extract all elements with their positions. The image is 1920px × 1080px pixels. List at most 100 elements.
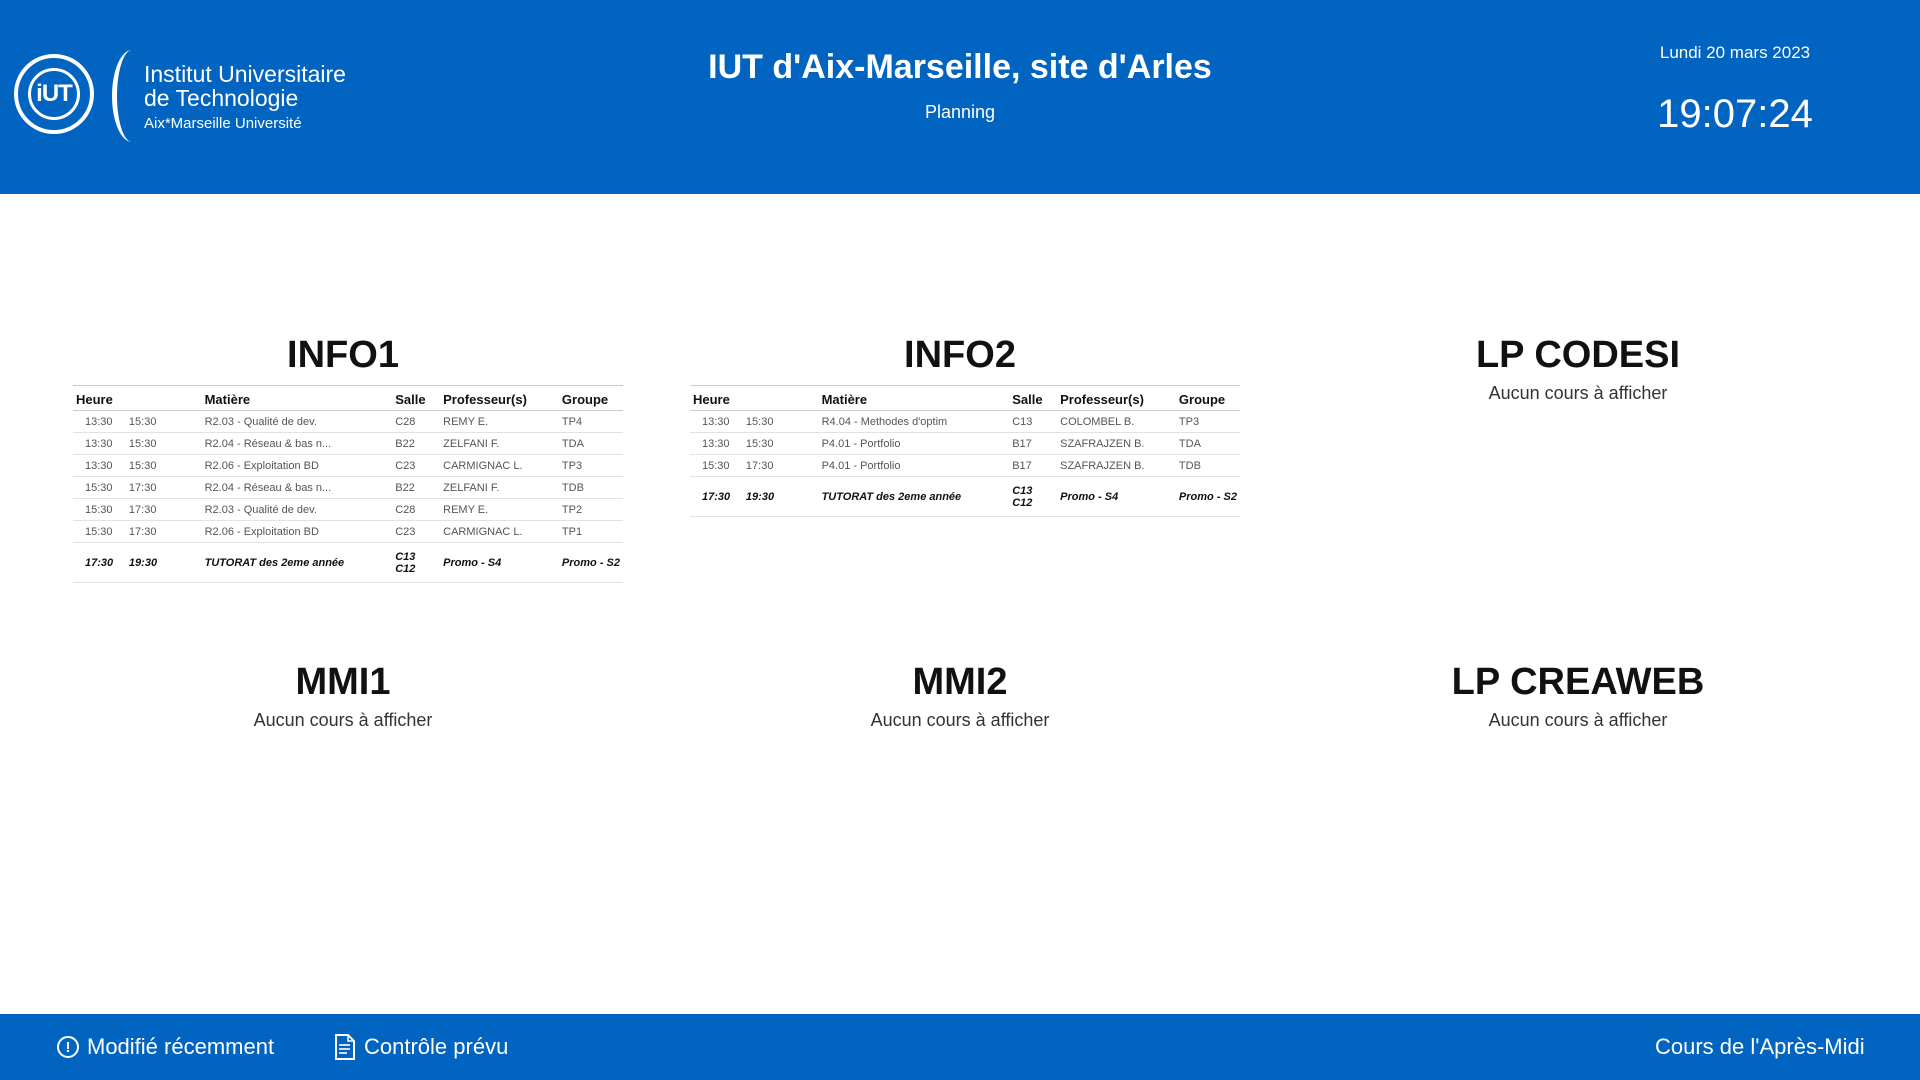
col-heure-end — [742, 385, 819, 411]
cell-end: 15:30 — [742, 432, 819, 455]
table-body-info1: 13:30 15:30 R2.03 - Qualité de dev. C28 … — [73, 410, 623, 583]
col-prof: Professeur(s) — [440, 385, 559, 411]
table-row: 15:30 17:30 R2.03 - Qualité de dev. C28 … — [73, 498, 623, 521]
cell-prof: REMY E. — [440, 498, 559, 521]
cell-salle-2: C12 — [395, 563, 416, 575]
cell-salle: C23 — [392, 520, 441, 543]
cell-salle: C28 — [392, 410, 441, 433]
cell-start: 15:30 — [73, 476, 126, 499]
cell-groupe: TP3 — [1175, 410, 1240, 433]
exclamation-circle-icon: ! — [57, 1036, 79, 1058]
cell-start: 15:30 — [73, 520, 126, 543]
table-header-row: Heure Matière Salle Professeur(s) Groupe — [73, 385, 623, 411]
cell-prof: CARMIGNAC L. — [440, 454, 559, 477]
cell-end: 19:30 — [742, 476, 819, 517]
cell-salle: B22 — [392, 432, 441, 455]
table-row: 15:30 17:30 R2.06 - Exploitation BD C23 … — [73, 520, 623, 543]
table-header-row: Heure Matière Salle Professeur(s) Groupe — [690, 385, 1240, 411]
cell-end: 17:30 — [125, 520, 202, 543]
col-groupe: Groupe — [1175, 385, 1240, 411]
cell-salle: C23 — [392, 454, 441, 477]
section-lp-codesi: LP CODESI Aucun cours à afficher — [1298, 334, 1858, 404]
table-row-tutorat: 17:30 19:30 TUTORAT des 2eme année C13 C… — [690, 476, 1240, 517]
table-row: 15:30 17:30 P4.01 - Portfolio B17 SZAFRA… — [690, 454, 1240, 477]
col-salle: Salle — [392, 385, 441, 411]
cell-matiere: R2.04 - Réseau & bas n... — [201, 476, 393, 499]
cell-start: 13:30 — [73, 410, 126, 433]
section-mmi2: MMI2 Aucun cours à afficher — [680, 661, 1240, 731]
col-matiere: Matière — [201, 385, 393, 411]
section-mmi1: MMI1 Aucun cours à afficher — [63, 661, 623, 731]
schedule-table-info2: Heure Matière Salle Professeur(s) Groupe… — [690, 385, 1240, 517]
cell-start: 13:30 — [73, 454, 126, 477]
legend-recently-modified-label: Modifié récemment — [87, 1034, 275, 1059]
cell-salle: C13 — [1009, 410, 1058, 433]
cell-groupe: TP3 — [558, 454, 623, 477]
cell-salle: C13 C12 — [1009, 476, 1058, 517]
section-title-lp-codesi: LP CODESI — [1475, 334, 1681, 376]
table-row: 13:30 15:30 P4.01 - Portfolio B17 SZAFRA… — [690, 432, 1240, 455]
cell-end: 15:30 — [125, 410, 202, 433]
header: iUT Institut Universitaire de Technologi… — [0, 0, 1920, 194]
col-prof: Professeur(s) — [1057, 385, 1176, 411]
col-groupe: Groupe — [558, 385, 623, 411]
current-time: 19:07:24 — [1657, 92, 1813, 136]
cell-end: 17:30 — [742, 454, 819, 477]
col-matiere: Matière — [818, 385, 1010, 411]
section-lp-creaweb: LP CREAWEB Aucun cours à afficher — [1298, 661, 1858, 731]
cell-matiere: R2.03 - Qualité de dev. — [201, 498, 393, 521]
empty-message: Aucun cours à afficher — [1488, 710, 1668, 730]
cell-prof: COLOMBEL B. — [1057, 410, 1176, 433]
col-heure: Heure — [73, 385, 126, 411]
section-title-info1: INFO1 — [287, 334, 399, 376]
cell-groupe: TDB — [1175, 454, 1240, 477]
current-date: Lundi 20 mars 2023 — [1659, 43, 1811, 62]
cell-start: 13:30 — [690, 432, 743, 455]
col-salle: Salle — [1009, 385, 1058, 411]
section-title-mmi2: MMI2 — [912, 661, 1008, 703]
legend-planned-control-label: Contrôle prévu — [364, 1034, 509, 1059]
table-row-tutorat: 17:30 19:30 TUTORAT des 2eme année C13 C… — [73, 542, 623, 583]
cell-start: 13:30 — [73, 432, 126, 455]
section-title-lp-creaweb: LP CREAWEB — [1451, 661, 1705, 703]
empty-message: Aucun cours à afficher — [253, 710, 433, 730]
cell-prof: SZAFRAJZEN B. — [1057, 454, 1176, 477]
section-title-mmi1: MMI1 — [295, 661, 391, 703]
section-info1: INFO1 Heure Matière Salle Professeur(s) … — [63, 334, 623, 583]
period-label: Cours de l'Après-Midi — [1655, 1034, 1865, 1059]
cell-salle: C13 C12 — [392, 542, 441, 583]
cell-start: 15:30 — [690, 454, 743, 477]
empty-message: Aucun cours à afficher — [1488, 383, 1668, 403]
cell-end: 19:30 — [125, 542, 202, 583]
footer-legend: ! Modifié récemment Contrôle prévu Cours… — [0, 1014, 1920, 1080]
cell-groupe: TP1 — [558, 520, 623, 543]
section-info2: INFO2 Heure Matière Salle Professeur(s) … — [680, 334, 1240, 517]
table-row: 13:30 15:30 R4.04 - Methodes d'optim C13… — [690, 410, 1240, 433]
cell-groupe: TDA — [1175, 432, 1240, 455]
col-heure-end — [125, 385, 202, 411]
table-body-info2: 13:30 15:30 R4.04 - Methodes d'optim C13… — [690, 410, 1240, 517]
schedule-table-info1: Heure Matière Salle Professeur(s) Groupe… — [73, 385, 623, 583]
cell-end: 17:30 — [125, 498, 202, 521]
cell-salle: C28 — [392, 498, 441, 521]
document-list-icon — [335, 1034, 355, 1060]
col-heure: Heure — [690, 385, 743, 411]
cell-prof: CARMIGNAC L. — [440, 520, 559, 543]
section-title-info2: INFO2 — [904, 334, 1016, 376]
period-indicator: Cours de l'Après-Midi — [1655, 1034, 1865, 1060]
cell-end: 15:30 — [125, 454, 202, 477]
cell-matiere: R2.06 - Exploitation BD — [201, 520, 393, 543]
cell-groupe: TDB — [558, 476, 623, 499]
cell-salle-2: C12 — [1012, 497, 1033, 509]
cell-prof: SZAFRAJZEN B. — [1057, 432, 1176, 455]
cell-end: 17:30 — [125, 476, 202, 499]
cell-groupe: Promo - S2 — [558, 542, 623, 583]
cell-groupe: TDA — [558, 432, 623, 455]
cell-prof: REMY E. — [440, 410, 559, 433]
cell-salle: B17 — [1009, 454, 1058, 477]
table-row: 15:30 17:30 R2.04 - Réseau & bas n... B2… — [73, 476, 623, 499]
cell-salle: B22 — [392, 476, 441, 499]
cell-prof: Promo - S4 — [440, 542, 559, 583]
cell-groupe: TP4 — [558, 410, 623, 433]
cell-matiere: TUTORAT des 2eme année — [818, 476, 1010, 517]
